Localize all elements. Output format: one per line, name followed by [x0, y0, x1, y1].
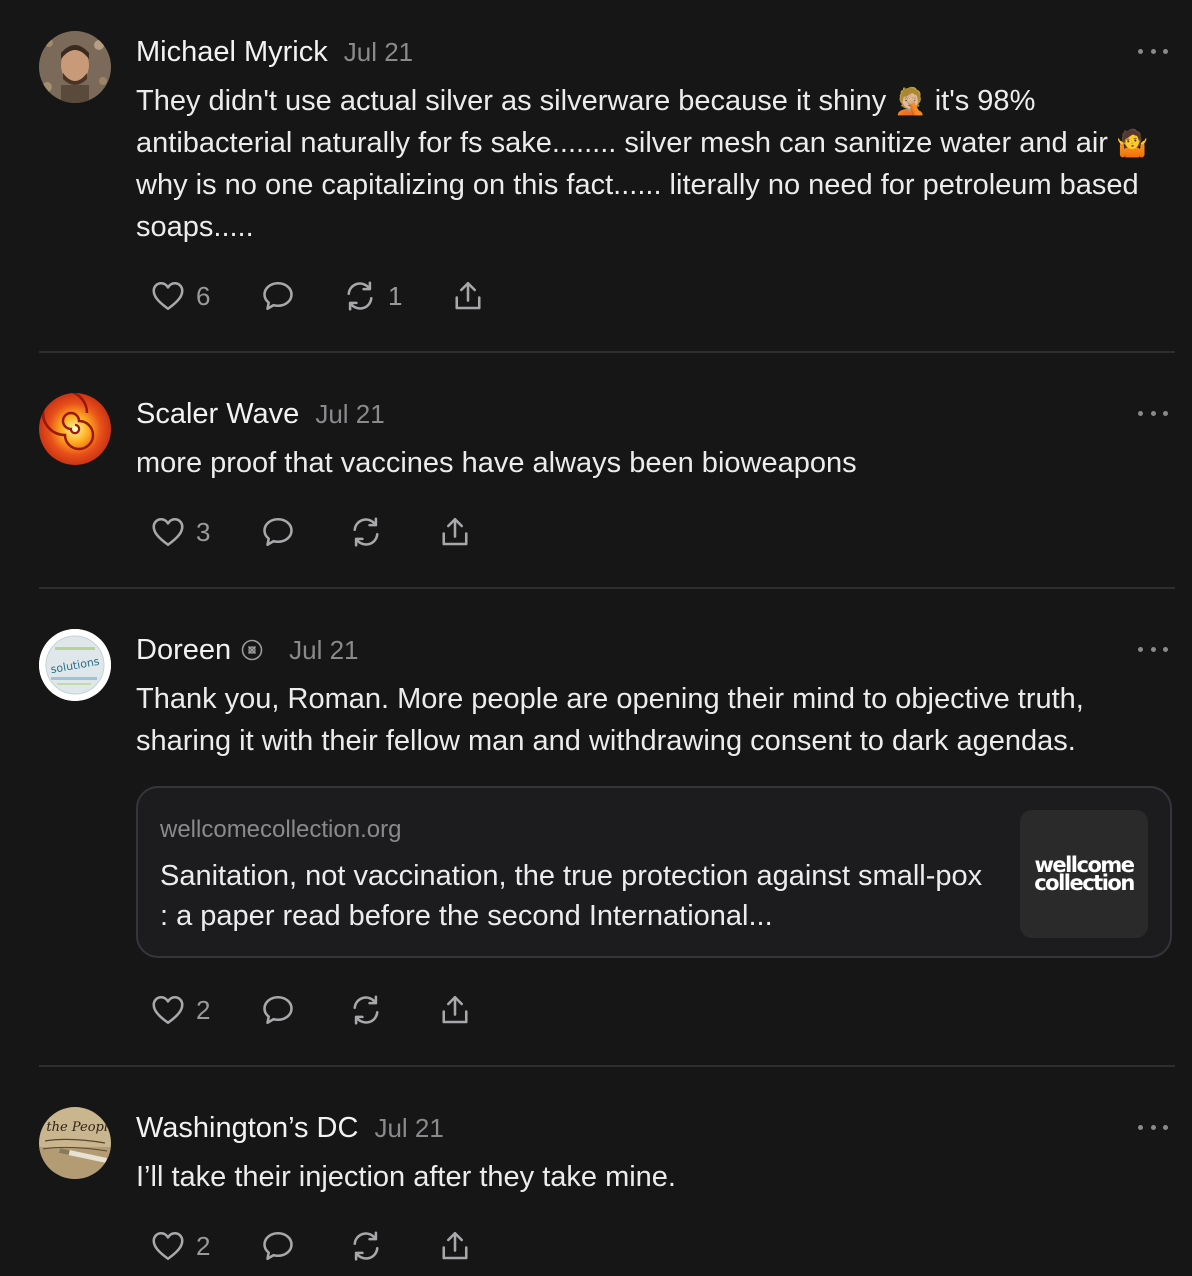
restack-count: 1	[388, 280, 403, 311]
link-title: Sanitation, not vaccination, the true pr…	[160, 860, 983, 932]
share-button[interactable]	[437, 1226, 473, 1266]
like-button[interactable]: 6	[150, 276, 210, 316]
post-date[interactable]: Jul 21	[374, 1113, 443, 1144]
like-button[interactable]: 2	[150, 1226, 210, 1266]
divider	[39, 351, 1175, 353]
post-text-part: why is no one capitalizing on this fact.…	[136, 169, 1139, 243]
comment-icon	[263, 995, 293, 1025]
post-header: Washington’s DC Jul 21	[136, 1112, 444, 1145]
comment-icon	[263, 517, 293, 547]
comment-button[interactable]	[260, 990, 296, 1030]
restack-button[interactable]	[348, 990, 384, 1030]
more-icon[interactable]	[1138, 46, 1168, 56]
post-text: more proof that vaccines have always bee…	[136, 447, 857, 479]
badge-icon	[241, 639, 263, 661]
like-button[interactable]: 3	[150, 512, 210, 552]
link-domain: wellcomecollection.org	[160, 816, 402, 843]
more-icon[interactable]	[1138, 644, 1168, 654]
restack-icon	[353, 995, 379, 1025]
share-icon	[442, 1231, 468, 1260]
like-count: 2	[196, 994, 211, 1025]
post-text: They didn't use actual silver as silverw…	[136, 80, 1176, 248]
link-preview-card[interactable]: wellcomecollection.org Sanitation, not v…	[136, 786, 1172, 958]
more-icon[interactable]	[1138, 408, 1168, 418]
like-count: 2	[196, 1230, 211, 1261]
author-name[interactable]: Scaler Wave	[136, 398, 299, 431]
like-count: 6	[196, 280, 211, 311]
author-name[interactable]: Washington’s DC	[136, 1112, 358, 1145]
post-date[interactable]: Jul 21	[315, 399, 384, 430]
thumbnail-logo-line: collection	[1034, 871, 1135, 895]
restack-icon	[353, 517, 379, 547]
avatar-text: We the People	[39, 1120, 111, 1135]
post-date[interactable]: Jul 21	[344, 37, 413, 68]
share-button[interactable]	[450, 276, 486, 316]
post-header: Scaler Wave Jul 21	[136, 398, 385, 431]
author-name[interactable]: Doreen	[136, 634, 231, 667]
avatar[interactable]: solutions	[39, 629, 111, 701]
shrug-emoji: 🤷	[1115, 128, 1149, 158]
share-icon	[442, 517, 468, 546]
avatar[interactable]	[39, 393, 111, 465]
comment-button[interactable]	[260, 276, 296, 316]
post-text-part: They didn't use actual silver as silverw…	[136, 85, 895, 117]
heart-icon	[152, 995, 184, 1025]
share-button[interactable]	[437, 512, 473, 552]
restack-icon	[347, 281, 373, 311]
heart-icon	[152, 517, 184, 547]
post-date[interactable]: Jul 21	[289, 635, 358, 666]
comment-button[interactable]	[260, 512, 296, 552]
restack-button[interactable]	[348, 512, 384, 552]
post-text: Thank you, Roman. More people are openin…	[136, 683, 1084, 757]
divider	[39, 587, 1175, 589]
share-icon	[455, 281, 481, 310]
share-icon	[442, 995, 468, 1024]
divider	[39, 1065, 1175, 1067]
comment-button[interactable]	[260, 1226, 296, 1266]
avatar[interactable]	[39, 31, 111, 103]
heart-icon	[152, 1231, 184, 1261]
author-name[interactable]: Michael Myrick	[136, 36, 328, 69]
facepalm-emoji: 🤦🏼	[894, 86, 927, 116]
post-header: Doreen Jul 21	[136, 634, 359, 667]
comment-icon	[263, 1231, 293, 1261]
post-header: Michael Myrick Jul 21	[136, 36, 413, 69]
more-icon[interactable]	[1138, 1122, 1168, 1132]
like-button[interactable]: 2	[150, 990, 210, 1030]
heart-icon	[152, 281, 184, 311]
comment-icon	[263, 281, 293, 311]
restack-button[interactable]	[348, 1226, 384, 1266]
restack-button[interactable]: 1	[342, 276, 402, 316]
like-count: 3	[196, 516, 211, 547]
post-text: I’ll take their injection after they tak…	[136, 1161, 676, 1193]
link-thumbnail: wellcome collection	[1020, 810, 1148, 938]
share-button[interactable]	[437, 990, 473, 1030]
restack-icon	[353, 1231, 379, 1261]
avatar[interactable]: We the People	[39, 1107, 111, 1179]
